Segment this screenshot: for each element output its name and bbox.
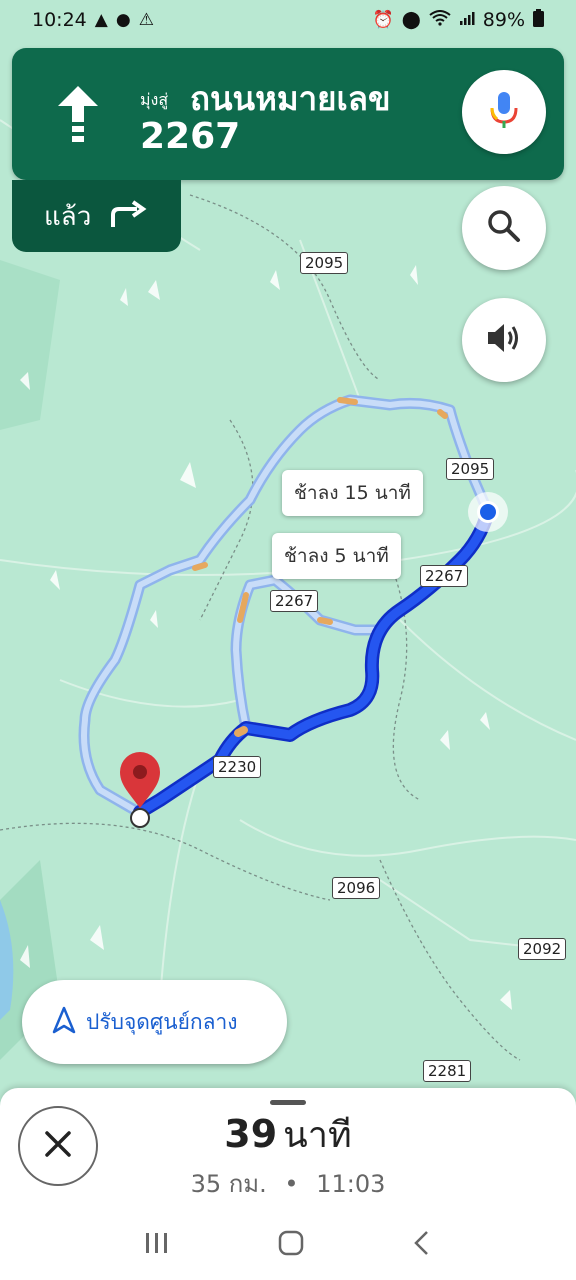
navigation-icon: ▲ [94, 10, 108, 30]
recenter-label: ปรับจุดศูนย์กลาง [86, 1009, 238, 1034]
trip-details: 35 กม. • 11:03 [0, 1164, 576, 1203]
straight-arrow-icon [56, 84, 116, 164]
status-bar: 10:24 ▲ ● ⚠ ⏰ ⬤ 89% [0, 0, 576, 40]
road-shield: 2096 [332, 877, 381, 899]
drag-handle[interactable] [270, 1100, 306, 1105]
eta-duration: 39 นาที [0, 1106, 576, 1163]
sound-button[interactable] [462, 298, 546, 382]
road-shield: 2095 [446, 458, 495, 480]
volume-icon [486, 321, 522, 359]
road-shield: 2230 [213, 756, 262, 778]
toward-label: มุ่งสู่ [140, 90, 169, 109]
trip-distance: 35 กม. [190, 1170, 267, 1198]
warning-icon: ⚠ [138, 10, 154, 30]
road-shield: 2267 [270, 590, 319, 612]
road-number: 2267 [140, 116, 241, 157]
then-label: แล้ว [44, 201, 92, 232]
search-icon [487, 209, 521, 247]
alt-route-label[interactable]: ช้าลง 15 นาที [282, 470, 423, 516]
recenter-button[interactable]: ปรับจุดศูนย์กลาง [22, 980, 287, 1064]
recents-button[interactable] [144, 1231, 170, 1259]
battery-level: 89% [482, 9, 525, 31]
eta-minutes: 39 [224, 1112, 278, 1156]
road-shield: 2281 [423, 1060, 472, 1082]
arrival-time: 11:03 [316, 1170, 386, 1198]
voice-search-button[interactable] [462, 70, 546, 154]
back-button[interactable] [412, 1230, 432, 1260]
status-time: 10:24 [32, 9, 87, 31]
turn-right-icon [109, 199, 147, 233]
next-maneuver: แล้ว [12, 180, 181, 252]
road-shield: 2095 [300, 252, 349, 274]
wifi-icon [429, 9, 451, 31]
chat-icon: ● [115, 10, 131, 30]
navigation-arrow-icon [52, 1006, 76, 1038]
alarm-icon: ⏰ [372, 10, 394, 30]
separator: • [284, 1170, 299, 1198]
home-button[interactable] [278, 1230, 304, 1260]
search-button[interactable] [462, 186, 546, 270]
location-icon: ⬤ [401, 10, 421, 30]
road-shield: 2092 [518, 938, 567, 960]
system-navigation-bar [0, 1210, 576, 1280]
eta-unit: นาที [283, 1115, 352, 1156]
battery-icon [533, 8, 544, 32]
signal-icon [459, 10, 475, 31]
road-shield: 2267 [420, 565, 469, 587]
mic-icon [489, 90, 519, 134]
alt-route-label[interactable]: ช้าลง 5 นาที [272, 533, 401, 579]
